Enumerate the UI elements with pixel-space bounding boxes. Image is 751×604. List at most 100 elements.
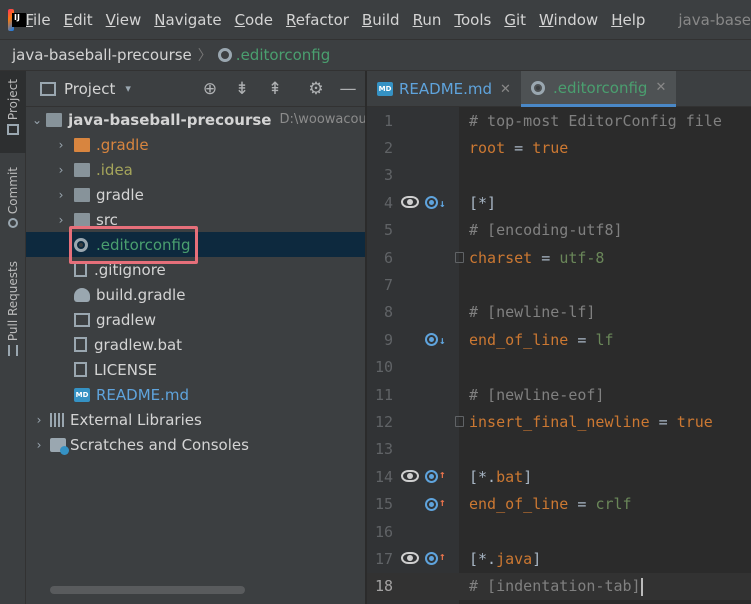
code-line[interactable]: 1 # top-most EditorConfig file xyxy=(367,107,751,134)
override-marker-icon[interactable] xyxy=(425,552,438,566)
menu-item[interactable]: Run xyxy=(413,11,442,29)
tab-readme[interactable]: MD README.md ✕ xyxy=(367,71,521,107)
chevron-right-icon[interactable]: › xyxy=(54,188,68,202)
tree-row[interactable]: gradlew xyxy=(26,307,365,332)
eye-icon[interactable] xyxy=(401,196,419,209)
code-line[interactable]: 6 charset = utf-8 xyxy=(367,244,751,271)
menu-label: ode xyxy=(245,10,273,29)
tree-item-label: .gradle xyxy=(96,135,149,154)
tree-row[interactable]: gradlew.bat xyxy=(26,332,365,357)
chevron-down-icon[interactable]: ▾ xyxy=(125,82,131,95)
code-line[interactable]: 16 xyxy=(367,518,751,545)
tree-row[interactable]: MD README.md xyxy=(26,382,365,407)
menu-label: iew xyxy=(115,10,142,29)
tool-window-tab-pull-requests[interactable]: Pull Requests xyxy=(0,261,26,357)
gear-icon[interactable]: ⚙ xyxy=(306,79,326,99)
code-line[interactable]: 11 # [newline-eof] xyxy=(367,381,751,408)
code-line[interactable]: 13 xyxy=(367,436,751,463)
code-text: # [newline-lf] xyxy=(469,303,595,321)
line-number: 4 xyxy=(383,193,393,212)
menu-item[interactable]: Help xyxy=(611,11,645,29)
chevron-right-icon[interactable]: › xyxy=(54,138,68,152)
tree-row[interactable]: build.gradle xyxy=(26,282,365,307)
menu-item[interactable]: Git xyxy=(504,11,526,29)
fold-marker-icon[interactable] xyxy=(455,252,464,263)
code-line[interactable]: 12 insert_final_newline = true xyxy=(367,408,751,435)
code-token: charset xyxy=(469,248,533,267)
line-number: 18 xyxy=(374,577,393,596)
override-marker-icon[interactable] xyxy=(425,196,438,210)
code-line[interactable]: 3 xyxy=(367,162,751,189)
intellij-logo-icon[interactable]: IJ xyxy=(8,8,28,31)
locate-file-icon[interactable]: ⊕ xyxy=(200,79,220,99)
collapse-all-icon[interactable]: ⇞ xyxy=(265,79,285,99)
menu-item[interactable]: Window xyxy=(539,11,598,29)
expand-all-icon[interactable]: ⇟ xyxy=(232,79,252,99)
code-line[interactable]: 9 ↓ end_of_line = lf xyxy=(367,326,751,353)
menu-item[interactable]: Refactor xyxy=(286,11,349,29)
close-icon[interactable]: ✕ xyxy=(500,82,511,97)
code-editor[interactable]: 1 # top-most EditorConfig file 2 root = tru… xyxy=(367,107,751,604)
override-marker-icon[interactable] xyxy=(425,333,438,347)
line-number: 3 xyxy=(383,166,393,185)
code-line[interactable]: 5 # [encoding-utf8] xyxy=(367,217,751,244)
tab-label: README.md xyxy=(399,80,493,98)
folder-icon xyxy=(74,137,90,152)
tree-row[interactable]: › gradle xyxy=(26,182,365,207)
tree-row-root[interactable]: ⌄ java-baseball-precourse D:\woowacourse xyxy=(26,107,365,132)
override-marker-icon[interactable] xyxy=(425,470,438,484)
horizontal-scrollbar[interactable] xyxy=(50,586,245,594)
menu-item[interactable]: View xyxy=(106,11,142,29)
menu-item[interactable]: Tools xyxy=(454,11,491,29)
code-token: = xyxy=(568,330,596,349)
tree-row-scratches[interactable]: › Scratches and Consoles xyxy=(26,432,365,457)
project-panel-title[interactable]: Project xyxy=(64,80,115,98)
close-icon[interactable]: ✕ xyxy=(655,80,666,95)
menu-item[interactable]: File xyxy=(25,11,50,29)
code-line[interactable]: 2 root = true xyxy=(367,134,751,161)
tool-window-tab-project[interactable]: Project xyxy=(0,71,26,153)
breadcrumb-file[interactable]: .editorconfig xyxy=(236,46,330,64)
code-token: utf-8 xyxy=(559,248,605,267)
code-line[interactable]: 8 # [newline-lf] xyxy=(367,299,751,326)
project-panel-header: Project ▾ ⊕ ⇟ ⇞ ⚙ — xyxy=(26,71,365,107)
menu-item[interactable]: Code xyxy=(235,11,273,29)
chevron-down-icon[interactable]: ⌄ xyxy=(32,113,42,127)
text-cursor xyxy=(640,577,643,596)
code-line[interactable]: 14 ↑ [*.bat] xyxy=(367,463,751,490)
code-token: end_of_line xyxy=(469,495,569,514)
tab-editorconfig[interactable]: .editorconfig ✕ xyxy=(520,71,677,107)
tree-row[interactable]: › .idea xyxy=(26,157,365,182)
override-marker-icon[interactable] xyxy=(425,497,438,511)
eye-icon[interactable] xyxy=(401,552,419,565)
tree-item-label: README.md xyxy=(96,385,190,404)
menu-item[interactable]: Edit xyxy=(64,11,93,29)
menu-bar: IJ File Edit View Navigate Code Refactor Build… xyxy=(0,0,751,39)
tree-item-label: gradle xyxy=(96,185,144,204)
chevron-right-icon[interactable]: › xyxy=(54,163,68,177)
terminal-script-icon xyxy=(74,312,90,327)
code-line[interactable]: 7 xyxy=(367,271,751,298)
hide-panel-icon[interactable]: — xyxy=(338,79,358,99)
breadcrumb-project[interactable]: java-baseball-precourse xyxy=(12,46,192,64)
menu-item[interactable]: Build xyxy=(362,11,400,29)
chevron-right-icon[interactable]: › xyxy=(32,438,46,452)
arrow-down-icon: ↓ xyxy=(439,334,446,348)
fold-marker-icon[interactable] xyxy=(455,416,464,428)
code-line[interactable]: 10 xyxy=(367,354,751,381)
tree-row[interactable]: › .gradle xyxy=(26,132,365,157)
tool-window-tab-commit[interactable]: Commit xyxy=(0,167,26,229)
code-line[interactable]: 4 ↓ [*] xyxy=(367,189,751,216)
chevron-right-icon[interactable]: › xyxy=(54,213,68,227)
chevron-right-icon[interactable]: › xyxy=(32,413,46,427)
code-line[interactable]: 18 # [indentation-tab] xyxy=(367,572,751,600)
folder-icon xyxy=(74,162,90,177)
tree-row-external-libraries[interactable]: › External Libraries xyxy=(26,407,365,432)
eye-icon[interactable] xyxy=(401,470,419,483)
code-line[interactable]: 17 ↑ [*.java] xyxy=(367,545,751,572)
menu-label: ools xyxy=(460,10,492,29)
code-line[interactable]: 15 ↑ end_of_line = crlf xyxy=(367,491,751,518)
menu-item[interactable]: Navigate xyxy=(154,11,221,29)
folder-icon xyxy=(74,212,90,227)
tree-row[interactable]: LICENSE xyxy=(26,357,365,382)
